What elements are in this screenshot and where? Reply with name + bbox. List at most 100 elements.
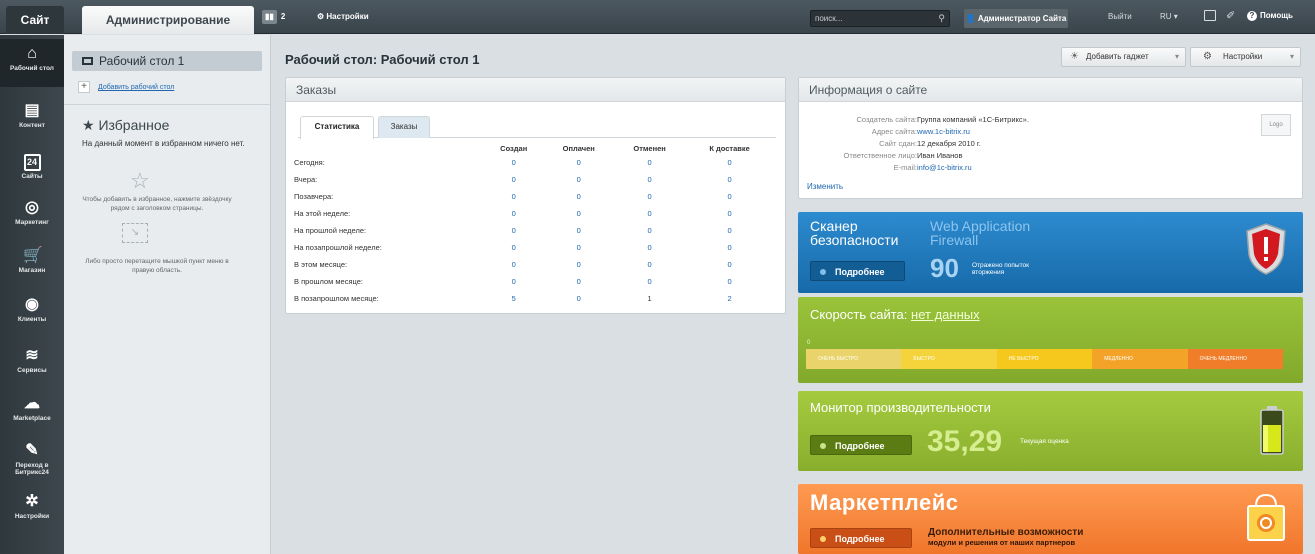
user-button[interactable]: 👤 Администратор Сайта <box>964 9 1068 28</box>
tab-orders[interactable]: Заказы <box>378 116 430 138</box>
settings-button[interactable]: ⚙ Настройки ▾ <box>1190 47 1301 67</box>
logout-link[interactable]: Выйти <box>1108 12 1132 21</box>
add-desktop-link[interactable]: + Добавить рабочий стол <box>78 81 174 93</box>
bullet-icon <box>820 536 826 542</box>
order-count-link[interactable]: 0 <box>614 154 685 171</box>
search-icon[interactable]: ⚲ <box>938 13 945 24</box>
nav-item-desktop[interactable]: ⌂ Рабочий стол <box>0 39 64 87</box>
gear-icon: ⚙ <box>317 12 325 21</box>
info-value-link[interactable]: info@1c-bitrix.ru <box>917 162 972 174</box>
order-count-link[interactable]: 0 <box>543 222 614 239</box>
nav-item-services[interactable]: ≋ Сервисы <box>0 341 64 389</box>
order-count-link[interactable]: 0 <box>484 154 543 171</box>
row-label: В позапрошлом месяце: <box>294 294 379 303</box>
order-count-link[interactable]: 0 <box>685 188 774 205</box>
perf-score-label: Текущая оценка <box>1020 438 1069 445</box>
order-count-link[interactable]: 0 <box>484 222 543 239</box>
help-link[interactable]: ? Помощь <box>1247 11 1293 21</box>
nav-item-sites[interactable]: 24 Сайты <box>0 148 64 196</box>
perf-more-button[interactable]: Подробнее <box>810 435 912 455</box>
nav-item-label: Рабочий стол <box>10 65 54 72</box>
order-count-link[interactable]: 0 <box>685 205 774 222</box>
order-count-link[interactable]: 1 <box>614 290 685 307</box>
nav-item-marketplace[interactable]: ☁ Marketplace <box>0 389 64 437</box>
site-info-title[interactable]: Информация о сайте <box>799 78 1302 102</box>
market-more-button[interactable]: Подробнее <box>810 528 912 548</box>
desktop-sidebar: Рабочий стол 1 + Добавить рабочий стол ★ … <box>64 35 271 554</box>
notifications-button[interactable]: ▮▮ 2 <box>262 10 285 24</box>
info-row: Адрес сайта: www.1c-bitrix.ru <box>799 126 1199 138</box>
user-label: Администратор Сайта <box>977 14 1067 23</box>
edit-link[interactable]: Изменить <box>807 182 843 191</box>
order-count-link[interactable]: 0 <box>614 239 685 256</box>
nav-item-bitrix24[interactable]: ✎ Переход в Битрикс24 <box>0 436 64 484</box>
perf-more-label: Подробнее <box>835 441 885 451</box>
order-count-link[interactable]: 0 <box>484 205 543 222</box>
nav-item-shop[interactable]: 🛒 Магазин <box>0 241 64 289</box>
order-count-link[interactable]: 0 <box>543 171 614 188</box>
row-label: В этом месяце: <box>294 260 348 269</box>
order-count-link[interactable]: 0 <box>484 239 543 256</box>
nav-item-label: Сайты <box>21 173 43 180</box>
info-value-link[interactable]: www.1c-bitrix.ru <box>917 126 970 138</box>
tab-administration[interactable]: Администрирование <box>82 6 254 34</box>
order-count-link[interactable]: 0 <box>484 188 543 205</box>
orders-title[interactable]: Заказы <box>286 78 785 102</box>
add-gadget-button[interactable]: ☀ Добавить гаджет ▾ <box>1061 47 1186 67</box>
document-icon: ▤ <box>24 102 40 119</box>
nav-item-marketing[interactable]: ◎ Маркетинг <box>0 193 64 241</box>
home-icon: ⌂ <box>27 45 37 62</box>
order-count-link[interactable]: 0 <box>484 171 543 188</box>
order-count-link[interactable]: 0 <box>685 154 774 171</box>
order-count-link[interactable]: 2 <box>685 290 774 307</box>
nav-item-label: Контент <box>19 122 45 129</box>
settings-label: Настройки <box>1223 52 1263 61</box>
order-count-link[interactable]: 0 <box>543 188 614 205</box>
order-count-link[interactable]: 0 <box>614 256 685 273</box>
order-count-link[interactable]: 0 <box>543 256 614 273</box>
order-count-link[interactable]: 0 <box>685 273 774 290</box>
order-count-link[interactable]: 0 <box>614 188 685 205</box>
order-count-link[interactable]: 5 <box>484 290 543 307</box>
order-count-link[interactable]: 0 <box>543 273 614 290</box>
order-count-link[interactable]: 0 <box>685 171 774 188</box>
site-speed-gadget: Скорость сайта: нет данных 0 ОЧЕНЬ БЫСТР… <box>798 297 1303 383</box>
search-input[interactable]: поиск... ⚲ <box>810 10 950 27</box>
scanner-more-button[interactable]: Подробнее <box>810 261 905 281</box>
order-count-link[interactable]: 0 <box>685 222 774 239</box>
tab-site[interactable]: Сайт <box>6 6 64 34</box>
order-count-link[interactable]: 0 <box>484 256 543 273</box>
attacks-count-label: Отражено попыток вторжения <box>972 262 1029 276</box>
nav-item-settings[interactable]: ✲ Настройки <box>0 487 64 535</box>
table-row: В позапрошлом месяце: 5 0 1 2 <box>294 290 774 307</box>
order-count-link[interactable]: 0 <box>685 239 774 256</box>
order-count-link[interactable]: 0 <box>614 273 685 290</box>
order-count-link[interactable]: 0 <box>543 205 614 222</box>
order-count-link[interactable]: 0 <box>543 154 614 171</box>
favorites-hint-star: Чтобы добавить в избранное, нажмите звёз… <box>82 196 232 212</box>
info-key: Создатель сайта: <box>856 115 917 124</box>
row-label: В прошлом месяце: <box>294 277 363 286</box>
order-count-link[interactable]: 0 <box>543 290 614 307</box>
order-count-link[interactable]: 0 <box>543 239 614 256</box>
window-icon[interactable] <box>1204 10 1216 21</box>
table-row: На позапрошлой неделе: 0 0 0 0 <box>294 239 774 256</box>
speed-value[interactable]: нет данных <box>911 307 980 322</box>
add-desktop-label[interactable]: Добавить рабочий стол <box>98 84 174 91</box>
order-count-link[interactable]: 0 <box>685 256 774 273</box>
orders-table: Создан Оплачен Отменен К доставке Сегодн… <box>294 142 774 307</box>
top-settings-button[interactable]: ⚙ Настройки <box>317 10 369 24</box>
pin-icon[interactable]: ✐ <box>1226 9 1235 22</box>
order-count-link[interactable]: 0 <box>484 273 543 290</box>
order-count-link[interactable]: 0 <box>614 171 685 188</box>
nav-item-clients[interactable]: ◉ Клиенты <box>0 290 64 338</box>
nav-item-content[interactable]: ▤ Контент <box>0 96 64 144</box>
tab-statistics[interactable]: Статистика <box>300 116 374 139</box>
order-count-link[interactable]: 0 <box>614 222 685 239</box>
info-row: Ответственное лицо: Иван Иванов <box>799 150 1199 162</box>
info-key: Адрес сайта: <box>871 127 917 136</box>
language-selector[interactable]: RU ▾ <box>1160 12 1178 21</box>
order-count-link[interactable]: 0 <box>614 205 685 222</box>
orders-tabs: Статистика Заказы <box>298 116 776 139</box>
desktop-item[interactable]: Рабочий стол 1 <box>72 51 262 71</box>
